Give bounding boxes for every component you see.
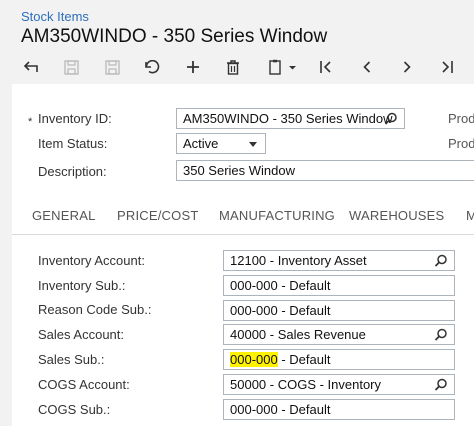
undo-icon[interactable] — [18, 54, 44, 80]
add-icon[interactable] — [180, 54, 206, 80]
delete-icon[interactable] — [220, 54, 246, 80]
tab-price-cost[interactable]: PRICE/COST — [117, 208, 198, 223]
reason-code-sub-value: 000-000 - Default — [230, 303, 331, 318]
search-icon[interactable] — [434, 254, 448, 268]
first-record-icon[interactable] — [313, 54, 339, 80]
previous-record-icon[interactable] — [354, 54, 380, 80]
copy-paste-icon[interactable] — [262, 54, 302, 80]
next-record-icon[interactable] — [394, 54, 420, 80]
cancel-icon[interactable] — [139, 54, 165, 80]
search-icon[interactable] — [434, 328, 448, 342]
search-icon[interactable] — [434, 378, 448, 392]
sales-account-field[interactable]: 40000 - Sales Revenue — [223, 324, 455, 345]
inventory-sub-label: Inventory Sub.: — [38, 278, 126, 293]
inventory-id-field[interactable]: AM350WINDO - 350 Series Window — [176, 108, 405, 129]
inventory-account-field[interactable]: 12100 - Inventory Asset — [223, 250, 455, 271]
sales-sub-label: Sales Sub.: — [38, 352, 105, 367]
last-record-icon[interactable] — [434, 54, 460, 80]
item-status-select[interactable]: Active — [176, 133, 266, 154]
inventory-id-value: AM350WINDO - 350 Series Window — [183, 111, 393, 126]
reason-code-sub-label: Reason Code Sub.: — [38, 302, 152, 317]
reason-code-sub-field[interactable]: 000-000 - Default — [223, 300, 455, 321]
description-field[interactable]: 350 Series Window — [176, 160, 474, 181]
sales-account-label: Sales Account: — [38, 327, 124, 342]
search-icon[interactable] — [384, 112, 398, 126]
inventory-id-label: Inventory ID: — [38, 111, 112, 126]
inventory-account-value: 12100 - Inventory Asset — [230, 253, 367, 268]
description-value: 350 Series Window — [183, 163, 295, 178]
tab-manufacturing[interactable]: MANUFACTURING — [219, 208, 335, 223]
right-column-label-2: Prod — [448, 136, 474, 151]
cogs-account-value: 50000 - COGS - Inventory — [230, 377, 382, 392]
item-status-value: Active — [183, 136, 219, 151]
item-status-label: Item Status: — [38, 136, 108, 151]
tab-more[interactable]: M — [466, 208, 474, 223]
save-disabled-icon[interactable] — [58, 54, 84, 80]
tab-warehouses[interactable]: WAREHOUSES — [349, 208, 444, 223]
sales-sub-field[interactable]: 000-000 - Default — [223, 349, 455, 370]
required-marker: * — [28, 116, 33, 128]
cogs-sub-label: COGS Sub.: — [38, 402, 111, 417]
inventory-sub-field[interactable]: 000-000 - Default — [223, 275, 455, 296]
inventory-sub-value: 000-000 - Default — [230, 278, 331, 293]
tab-bar: GENERAL PRICE/COST MANUFACTURING WAREHOU… — [12, 196, 474, 235]
cogs-sub-value: 000-000 - Default — [230, 402, 331, 417]
page-title: AM350WINDO - 350 Series Window — [21, 26, 328, 47]
sales-sub-highlight: 000-000 — [230, 352, 278, 367]
cogs-account-label: COGS Account: — [38, 377, 130, 392]
sales-sub-value-rest: - Default — [277, 352, 331, 367]
inventory-account-label: Inventory Account: — [38, 253, 145, 268]
sales-account-value: 40000 - Sales Revenue — [230, 327, 366, 342]
cogs-sub-field[interactable]: 000-000 - Default — [223, 399, 455, 420]
left-margin — [0, 84, 12, 426]
right-column-label-1: Prod — [448, 111, 474, 126]
save-close-disabled-icon[interactable] — [99, 54, 125, 80]
breadcrumb[interactable]: Stock Items — [21, 9, 89, 24]
chevron-down-icon — [249, 142, 257, 147]
cogs-account-field[interactable]: 50000 - COGS - Inventory — [223, 374, 455, 395]
description-label: Description: — [38, 164, 107, 179]
tab-general[interactable]: GENERAL — [32, 208, 96, 223]
header-bar: Stock Items AM350WINDO - 350 Series Wind… — [0, 0, 474, 85]
